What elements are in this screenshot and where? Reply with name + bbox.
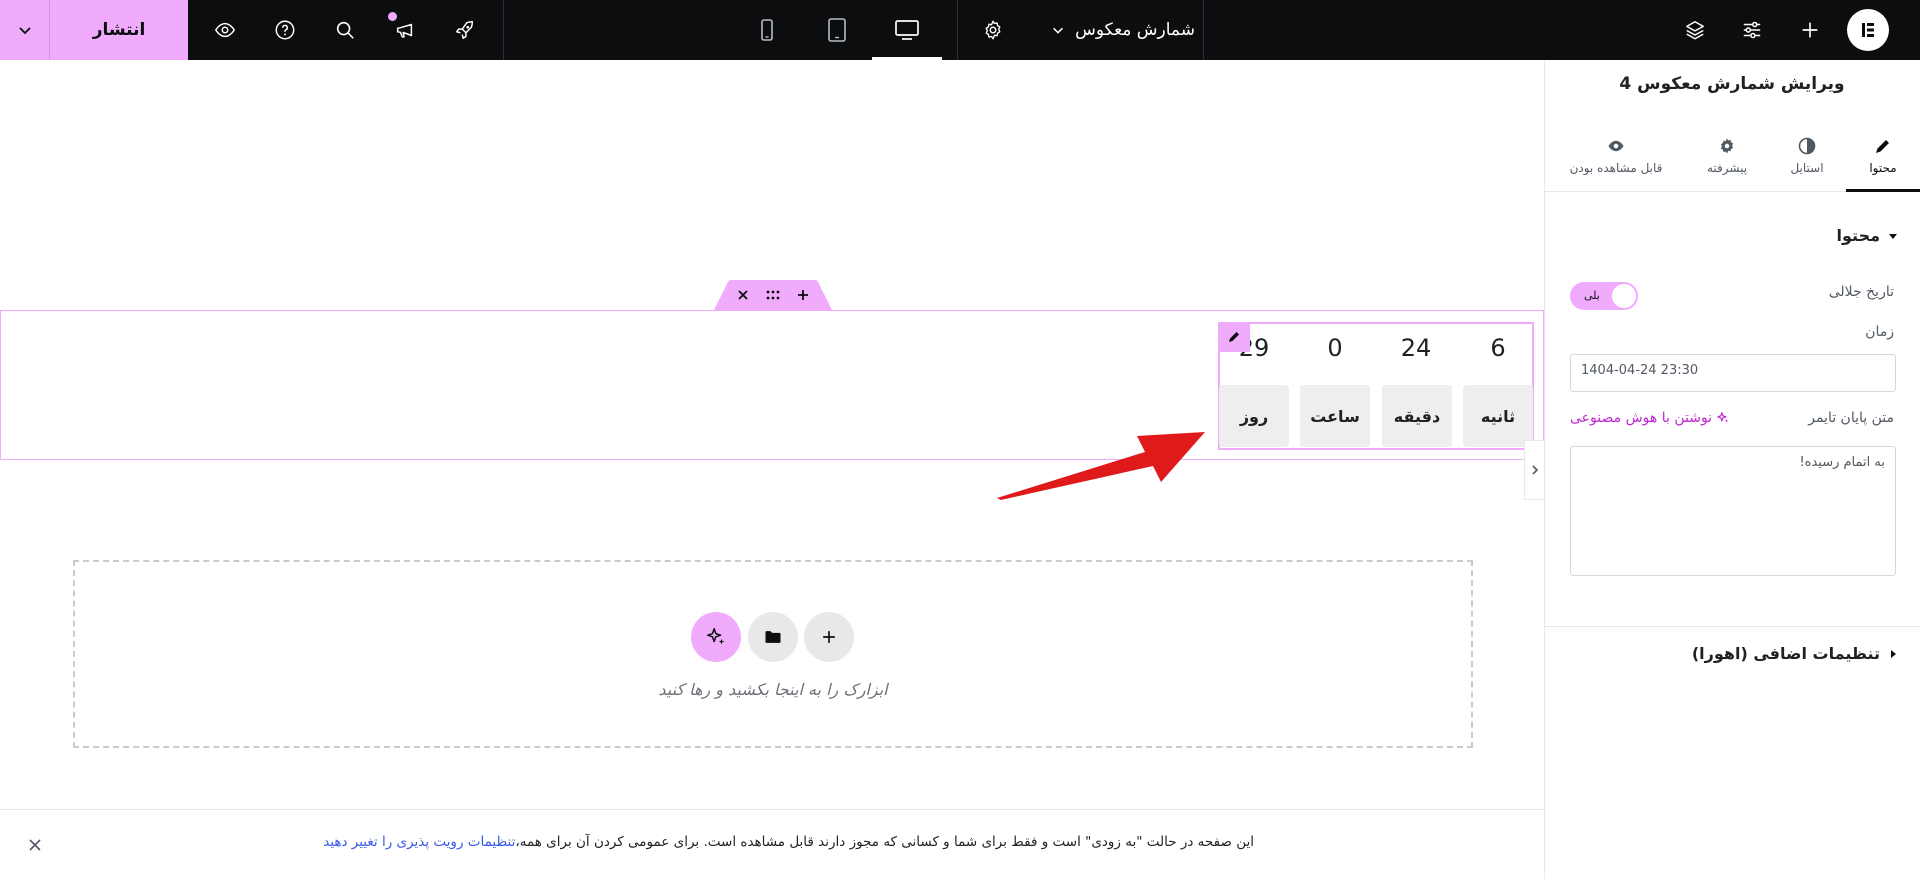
sparkles-icon bbox=[1717, 412, 1729, 423]
device-desktop-button[interactable] bbox=[872, 0, 942, 60]
plus-icon bbox=[823, 631, 835, 643]
gear-icon bbox=[1720, 138, 1734, 154]
extra-settings-toggle[interactable]: تنظیمات اضافی (اهورا) bbox=[1692, 644, 1898, 663]
visibility-settings-link[interactable]: تنظیمات رویت پذیری را تغییر دهید bbox=[323, 834, 515, 850]
tab-visibility[interactable]: قابل مشاهده بودن bbox=[1554, 120, 1678, 192]
pencil-icon bbox=[1229, 332, 1239, 342]
plus-icon[interactable] bbox=[796, 288, 810, 302]
sparkles-icon bbox=[707, 628, 725, 645]
device-mobile-button[interactable] bbox=[732, 0, 802, 60]
add-section-button[interactable] bbox=[804, 612, 854, 662]
help-icon bbox=[275, 20, 295, 40]
close-icon[interactable] bbox=[736, 288, 750, 302]
pencil-icon bbox=[1876, 140, 1889, 153]
toggle-knob bbox=[1612, 284, 1636, 308]
end-text-label: متن پایان تایمر bbox=[1808, 410, 1894, 426]
tab-advanced[interactable]: پیشرفته bbox=[1686, 120, 1768, 192]
content-section-toggle[interactable]: محتوا bbox=[1837, 226, 1898, 245]
drop-zone-hint: ابزارک را به اینجا بکشید و رها کنید bbox=[658, 680, 888, 699]
help-button[interactable] bbox=[255, 0, 315, 60]
jalali-date-toggle[interactable]: بلی bbox=[1570, 282, 1638, 310]
ai-generate-button[interactable] bbox=[691, 612, 741, 662]
site-settings-button[interactable] bbox=[435, 0, 495, 60]
eye-icon bbox=[1608, 140, 1624, 152]
add-element-button[interactable] bbox=[1780, 0, 1840, 60]
annotation-arrow bbox=[997, 432, 1205, 500]
time-label: زمان bbox=[1865, 324, 1894, 340]
page-title-dropdown[interactable]: شمارش معکوس bbox=[1030, 0, 1195, 60]
caret-down-icon bbox=[1889, 233, 1897, 239]
megaphone-icon bbox=[396, 23, 413, 38]
mobile-icon bbox=[761, 19, 773, 41]
publish-button[interactable]: انتشار bbox=[50, 0, 188, 60]
structure-button[interactable] bbox=[1665, 0, 1725, 60]
section-handle bbox=[714, 280, 832, 310]
plus-icon bbox=[1802, 22, 1818, 38]
toggle-label: بلی bbox=[1584, 289, 1600, 302]
tab-content[interactable]: محتوا bbox=[1846, 120, 1920, 192]
tablet-icon bbox=[828, 18, 846, 42]
countdown-hours-label: ساعت bbox=[1300, 385, 1370, 447]
rocket-icon bbox=[456, 21, 474, 39]
drag-handle-icon[interactable] bbox=[765, 289, 781, 301]
divider bbox=[957, 0, 958, 60]
eye-icon bbox=[214, 22, 236, 38]
page-title: شمارش معکوس bbox=[1075, 20, 1195, 40]
elementor-logo-icon bbox=[1846, 9, 1889, 51]
chevron-down-icon bbox=[1053, 27, 1064, 34]
search-button[interactable] bbox=[315, 0, 375, 60]
countdown-minutes-label: دقیقه bbox=[1382, 385, 1452, 447]
preview-button[interactable] bbox=[195, 0, 255, 60]
divider bbox=[503, 0, 504, 60]
sliders-icon bbox=[1743, 21, 1761, 39]
whats-new-button[interactable] bbox=[375, 0, 435, 60]
desktop-icon bbox=[895, 20, 919, 40]
countdown-hours-value: 0 bbox=[1327, 334, 1343, 362]
collapse-panel-button[interactable] bbox=[1524, 440, 1544, 500]
panel-title: ویرایش شمارش معکوس 4 bbox=[1619, 74, 1845, 94]
gear-icon bbox=[985, 20, 1001, 40]
notice-text: این صفحه در حالت "به زودی" است و فقط برا… bbox=[323, 834, 1254, 850]
countdown-minutes-value: 24 bbox=[1400, 334, 1432, 362]
chevron-down-icon bbox=[18, 27, 31, 35]
notification-dot bbox=[388, 12, 397, 21]
end-text-textarea[interactable]: به اتمام رسیده! bbox=[1570, 446, 1896, 576]
ai-write-link[interactable]: نوشتن با هوش مصنوعی bbox=[1570, 410, 1730, 426]
page-settings-button[interactable] bbox=[963, 0, 1023, 60]
time-input[interactable]: 1404-04-24 23:30 bbox=[1570, 354, 1896, 392]
caret-left-icon bbox=[1891, 649, 1896, 658]
countdown-seconds-value: 6 bbox=[1490, 334, 1506, 362]
device-tablet-button[interactable] bbox=[802, 0, 872, 60]
edit-widget-button[interactable] bbox=[1218, 322, 1250, 352]
editor-canvas[interactable] bbox=[0, 60, 1544, 879]
site-settings-sliders-button[interactable] bbox=[1722, 0, 1782, 60]
tab-style[interactable]: استایل bbox=[1768, 120, 1846, 192]
notice-close-button[interactable] bbox=[22, 832, 48, 858]
top-bar: انتشار شمارش معکوس bbox=[0, 0, 1920, 60]
jalali-date-label: تاریخ جلالی bbox=[1828, 284, 1894, 300]
half-circle-icon bbox=[1798, 137, 1816, 155]
template-library-button[interactable] bbox=[748, 612, 798, 662]
publish-options-button[interactable] bbox=[0, 0, 50, 60]
layers-icon bbox=[1686, 21, 1704, 40]
chevron-right-icon bbox=[1531, 465, 1538, 475]
search-icon bbox=[336, 21, 354, 39]
countdown-days-label: روز bbox=[1219, 385, 1289, 447]
folder-icon bbox=[765, 631, 781, 643]
divider bbox=[1203, 0, 1204, 60]
elementor-menu-button[interactable] bbox=[1845, 0, 1890, 60]
countdown-seconds-label: ثانیه bbox=[1463, 385, 1533, 447]
close-icon bbox=[29, 839, 41, 851]
